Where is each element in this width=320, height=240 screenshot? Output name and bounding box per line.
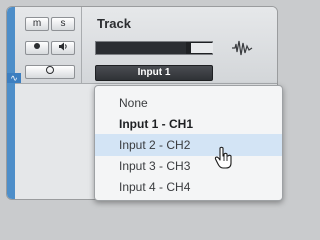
menu-item-input-1[interactable]: Input 1 - CH1 xyxy=(95,113,282,135)
automation-icon[interactable]: ∿ xyxy=(7,73,21,83)
record-dot-icon xyxy=(34,43,40,50)
speaker-icon xyxy=(59,42,67,51)
menu-item-input-2[interactable]: Input 2 - CH2 xyxy=(95,134,282,156)
solo-button[interactable]: s xyxy=(51,17,75,31)
input-dropdown-menu: None Input 1 - CH1 Input 2 - CH2 Input 3… xyxy=(94,85,283,201)
track-color-strip xyxy=(7,7,15,199)
divider xyxy=(81,7,82,83)
track-name[interactable]: Track xyxy=(97,16,131,31)
mute-button[interactable]: m xyxy=(25,17,49,31)
input-select[interactable]: Input 1 xyxy=(95,65,213,81)
waveform-icon[interactable] xyxy=(231,39,253,57)
monitor-button[interactable] xyxy=(51,41,75,55)
hand-cursor-icon xyxy=(214,146,232,169)
level-meter-fill xyxy=(96,42,187,54)
track-option-button[interactable] xyxy=(25,65,75,79)
menu-item-input-4[interactable]: Input 4 - CH4 xyxy=(95,176,282,198)
circle-icon xyxy=(46,66,54,75)
menu-item-input-3[interactable]: Input 3 - CH3 xyxy=(95,155,282,177)
level-meter-cap xyxy=(191,43,213,53)
menu-item-none[interactable]: None xyxy=(95,92,282,114)
record-arm-button[interactable] xyxy=(25,41,49,55)
